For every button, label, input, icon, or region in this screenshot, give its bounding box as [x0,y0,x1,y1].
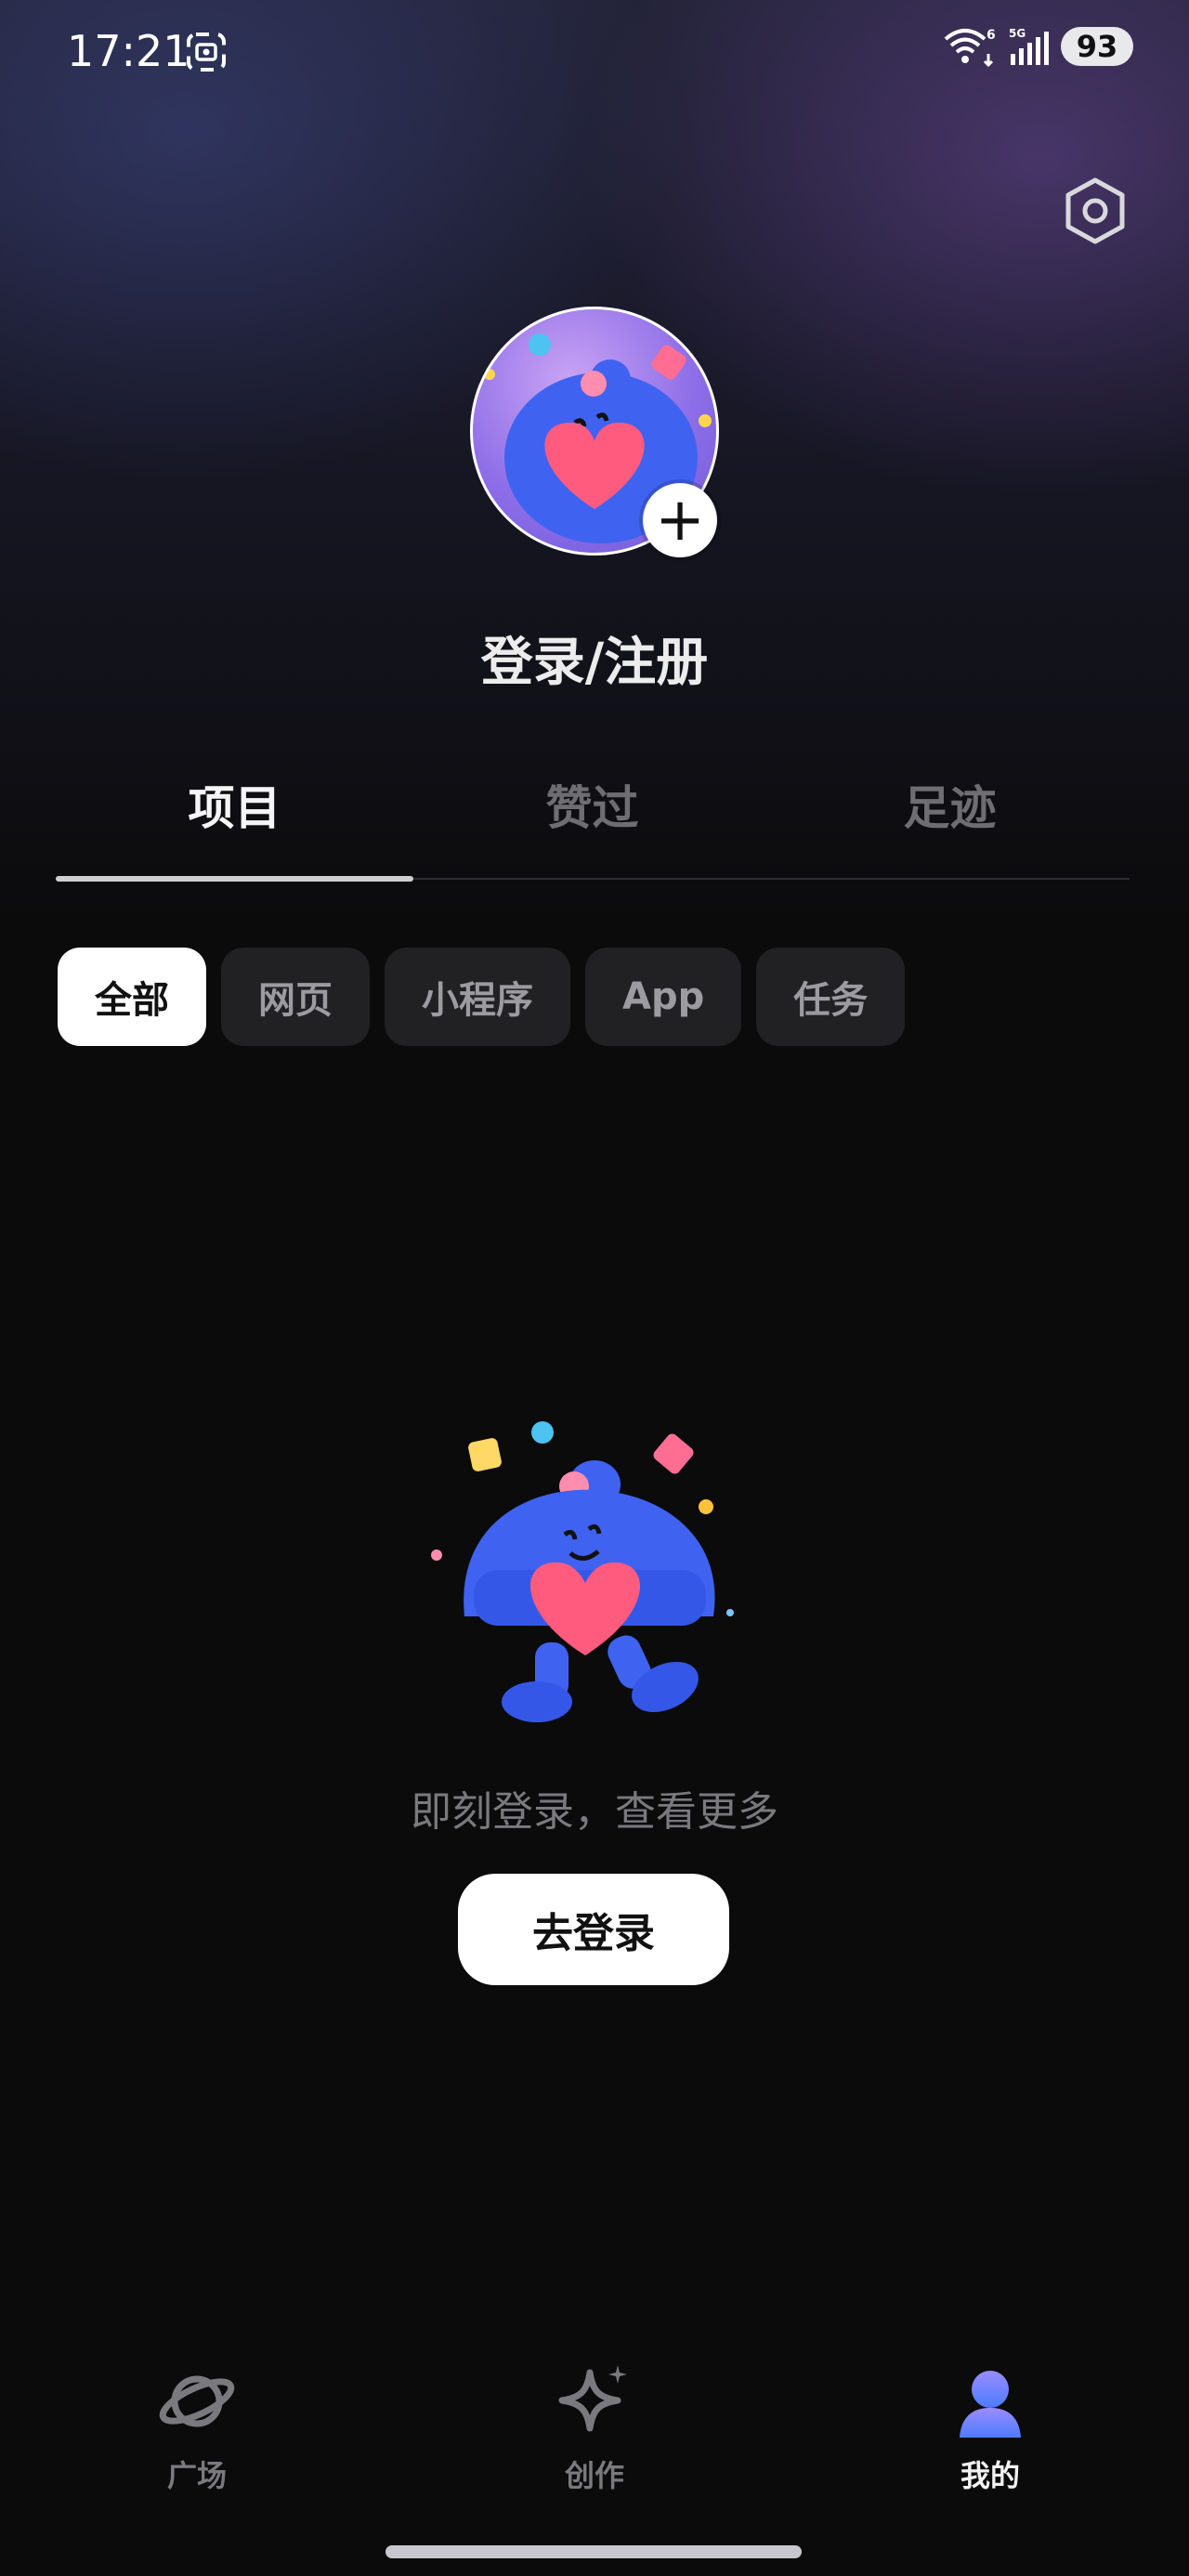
go-login-button[interactable]: 去登录 [458,1874,729,1985]
filter-chip-tasks[interactable]: 任务 [756,948,906,1046]
wifi-icon: 6 [944,28,996,67]
profile-avatar-icon [960,2371,1021,2438]
profile-tabs: 项目 赞过 足迹 [56,771,1130,883]
nav-label-plaza: 广场 [166,2458,227,2493]
nav-label-create: 创作 [564,2458,624,2493]
filter-chip-web[interactable]: 网页 [221,948,370,1046]
filter-chip-miniprogram[interactable]: 小程序 [385,948,570,1046]
status-bar: 17:21 6 5G 93 [0,0,1189,102]
plus-icon: + [655,486,705,555]
bottom-navigation: 广场 创作 我的 [0,2360,1189,2527]
filter-chip-all[interactable]: 全部 [58,948,206,1046]
add-avatar-button[interactable]: + [643,483,717,557]
battery-indicator: 93 [1061,27,1133,66]
status-time: 17:21 [67,26,190,76]
filter-chips: 全部 网页 小程序 App 任务 [58,948,906,1046]
signal-icon: 5G [1009,27,1049,65]
tab-active-indicator [56,876,413,882]
nav-label-mine: 我的 [960,2458,1020,2493]
filter-chip-app[interactable]: App [585,948,742,1046]
nav-item-plaza[interactable]: 广场 [104,2360,290,2495]
nav-item-create[interactable]: 创作 [502,2360,687,2495]
status-indicators: 6 5G 93 [942,26,1133,67]
wifi-badge: 6 [986,28,996,43]
network-type: 5G [1009,27,1026,40]
planet-icon [159,2375,235,2427]
tab-projects[interactable]: 项目 [56,771,413,838]
screen-record-icon [187,33,226,72]
empty-state-message: 即刻登录，查看更多 [411,1788,778,1836]
nav-item-mine[interactable]: 我的 [897,2360,1083,2495]
tab-liked[interactable]: 赞过 [413,771,771,838]
sparkle-icon [558,2365,627,2432]
tab-history[interactable]: 足迹 [771,771,1129,838]
home-indicator-bar[interactable] [385,2545,802,2558]
login-register-link[interactable]: 登录/注册 [0,621,1189,696]
settings-hexagon-icon[interactable] [1061,177,1130,245]
empty-state-mascot-illustration [431,1421,734,1722]
